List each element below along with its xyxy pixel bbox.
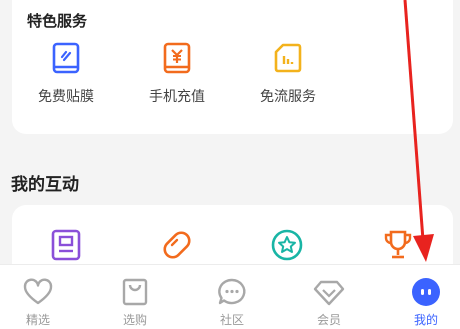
heart-icon	[23, 278, 53, 305]
capsule-icon[interactable]	[160, 228, 194, 262]
tab-mine[interactable]: 我的	[396, 265, 456, 329]
phone-film-icon	[52, 42, 80, 74]
special-services-title: 特色服务	[27, 12, 88, 30]
tab-membership[interactable]: 会员	[299, 265, 359, 329]
portrait-icon[interactable]	[49, 228, 83, 262]
tab-label: 我的	[413, 313, 438, 327]
chat-bubble-icon	[218, 278, 246, 305]
service-label: 免流服务	[260, 89, 316, 105]
tab-label: 选购	[122, 313, 147, 327]
service-label: 手机充值	[149, 89, 205, 105]
profile-face-icon	[412, 278, 440, 306]
service-label: 免费贴膜	[38, 89, 94, 105]
service-phone-recharge[interactable]: 手机充值	[132, 42, 222, 106]
star-badge-icon[interactable]	[270, 228, 304, 262]
yuan-recharge-icon	[163, 42, 191, 74]
tab-label: 社区	[219, 313, 244, 327]
service-free-data[interactable]: 免流服务	[243, 42, 333, 106]
tab-label: 会员	[316, 313, 341, 327]
shopping-bag-icon	[122, 278, 148, 306]
my-interaction-title: 我的互动	[11, 175, 79, 195]
tab-featured[interactable]: 精选	[8, 265, 68, 329]
service-free-film[interactable]: 免费贴膜	[21, 42, 111, 106]
tab-shop[interactable]: 选购	[105, 265, 165, 329]
diamond-icon	[313, 280, 345, 306]
sim-card-icon	[274, 43, 302, 73]
bottom-tab-bar: 精选 选购 社区 会员 我的	[0, 264, 460, 329]
tab-community[interactable]: 社区	[202, 265, 262, 329]
trophy-icon[interactable]	[381, 228, 415, 262]
tab-label: 精选	[25, 313, 50, 327]
